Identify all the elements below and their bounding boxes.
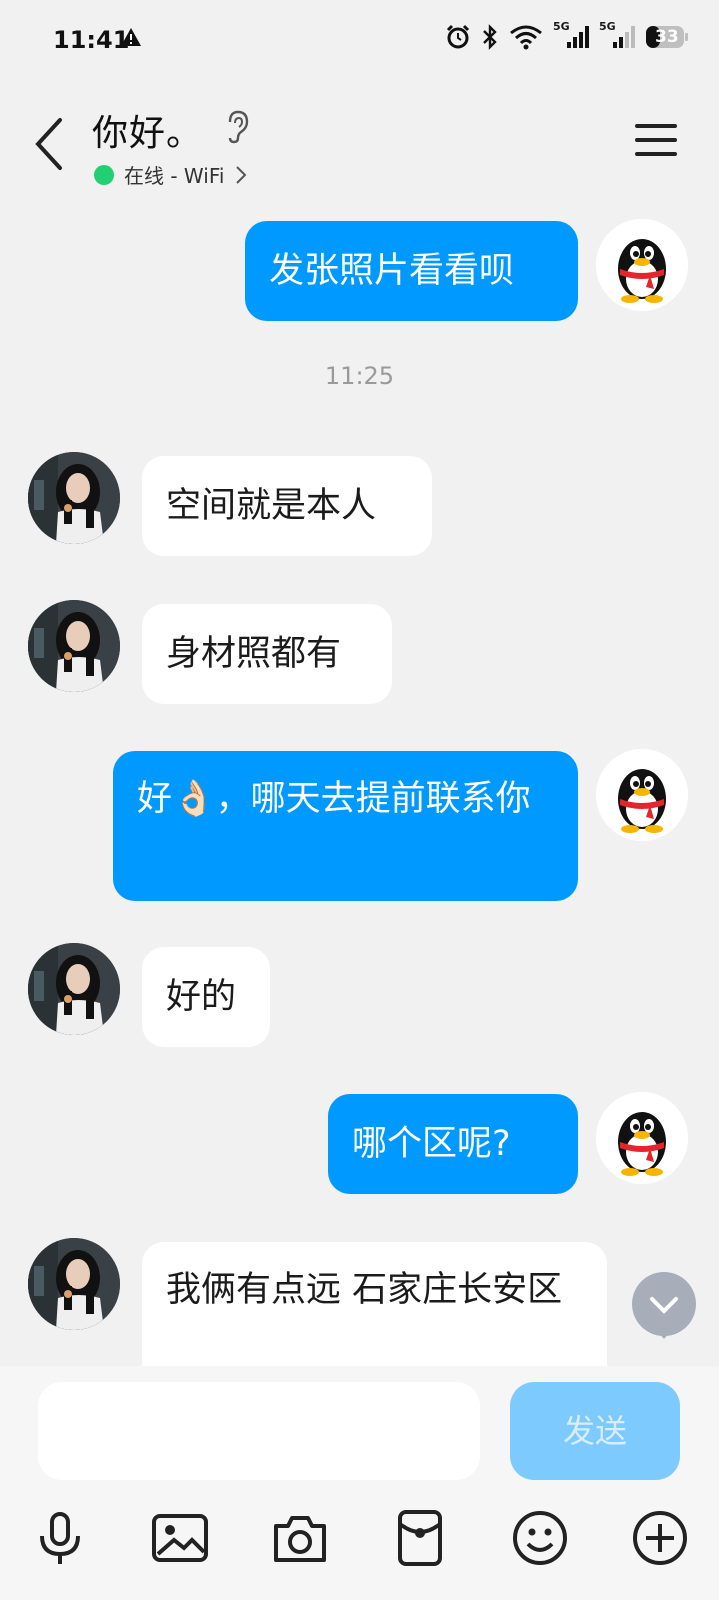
chevron-left-icon: [35, 118, 62, 170]
message-bubble-sent[interactable]: 发张照片看看呗: [245, 221, 578, 321]
status-time: 11:41: [53, 26, 130, 54]
battery-level: 33: [655, 27, 679, 47]
chat-title[interactable]: 你好。: [92, 104, 203, 156]
warning-icon: [120, 26, 142, 52]
bluetooth-icon: [481, 24, 499, 50]
avatar[interactable]: [596, 1092, 688, 1184]
ear-icon[interactable]: [225, 110, 251, 148]
online-dot: [94, 164, 114, 185]
red-packet-icon[interactable]: [388, 1506, 452, 1570]
scroll-to-bottom-button[interactable]: [632, 1272, 696, 1336]
avatar[interactable]: [28, 600, 120, 692]
status-bar: 11:41 5G 5G 33: [0, 0, 719, 80]
message-bubble-received[interactable]: 身材照都有: [142, 604, 392, 704]
message-bubble-sent[interactable]: 哪个区呢?: [328, 1094, 578, 1194]
send-button[interactable]: 发送: [510, 1382, 680, 1480]
camera-icon[interactable]: [268, 1506, 332, 1570]
battery-icon: 33: [645, 25, 689, 49]
chevron-right-icon: [236, 165, 247, 184]
signal-icon: 5G: [599, 20, 635, 50]
online-status[interactable]: 在线 - WiFi: [94, 160, 248, 189]
back-button[interactable]: [30, 114, 70, 174]
avatar[interactable]: [28, 452, 120, 544]
wifi-icon: [509, 24, 543, 50]
message-bubble-received[interactable]: 空间就是本人: [142, 456, 432, 556]
status-icons: 5G 5G 33: [445, 20, 689, 50]
message-bubble-received[interactable]: 好的: [142, 947, 270, 1047]
avatar[interactable]: [596, 749, 688, 841]
chat-header: 你好。 在线 - WiFi: [0, 90, 719, 200]
image-icon[interactable]: [148, 1506, 212, 1570]
input-bar: 发送: [0, 1366, 719, 1600]
message-bubble-sent[interactable]: 好👌🏻，哪天去提前联系你: [113, 751, 578, 901]
message-timestamp: 11:25: [324, 362, 395, 390]
avatar[interactable]: [28, 1238, 120, 1330]
online-status-text: 在线 - WiFi: [124, 164, 225, 188]
alarm-icon: [445, 24, 471, 50]
signal-icon: 5G: [553, 20, 589, 50]
chevron-down-icon: [650, 1297, 678, 1314]
avatar[interactable]: [28, 943, 120, 1035]
menu-icon: [635, 124, 677, 156]
avatar[interactable]: [596, 219, 688, 311]
emoji-icon[interactable]: [508, 1506, 572, 1570]
plus-icon[interactable]: [628, 1506, 692, 1570]
mic-icon[interactable]: [28, 1506, 92, 1570]
menu-button[interactable]: [633, 120, 679, 160]
message-input[interactable]: [38, 1382, 480, 1480]
